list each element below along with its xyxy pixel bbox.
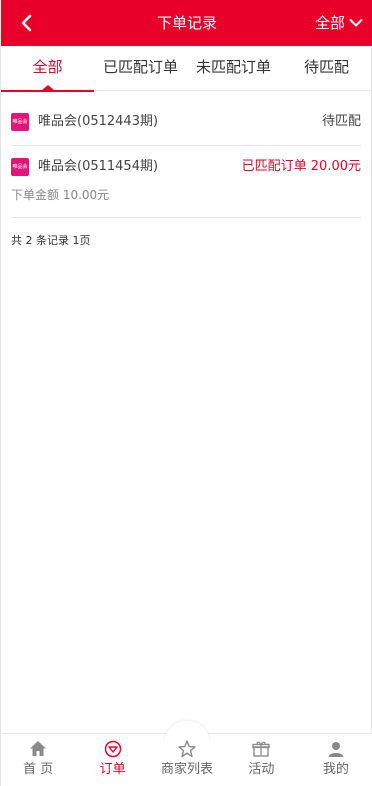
tab-label: 待匹配 bbox=[303, 58, 349, 76]
user-icon bbox=[328, 742, 344, 757]
nav-me[interactable]: 我的 bbox=[299, 734, 372, 786]
nav-merchants[interactable]: 商家列表 bbox=[150, 734, 224, 786]
order-row[interactable]: 唯品会 唯品会(0512443期) 待匹配 bbox=[11, 101, 361, 146]
tab-label: 未匹配订单 bbox=[195, 58, 271, 76]
order-icon bbox=[104, 740, 121, 758]
nav-activity[interactable]: 活动 bbox=[224, 734, 298, 786]
vip-logo-icon: 唯品会 bbox=[11, 113, 29, 131]
gift-icon bbox=[252, 741, 271, 757]
tab-label: 全部 bbox=[32, 58, 63, 76]
nav-label: 首 页 bbox=[23, 762, 54, 777]
tab-pending[interactable]: 待匹配 bbox=[280, 46, 372, 90]
tab-unmatched[interactable]: 未匹配订单 bbox=[187, 46, 280, 90]
home-icon bbox=[30, 741, 47, 756]
chevron-down-icon bbox=[349, 19, 363, 27]
order-status: 已匹配订单 20.00元 bbox=[241, 159, 361, 174]
order-name: 唯品会(0511454期) bbox=[38, 159, 159, 174]
nav-label: 订单 bbox=[99, 762, 126, 777]
filter-dropdown[interactable]: 全部 bbox=[315, 0, 363, 46]
vip-logo-icon: 唯品会 bbox=[11, 158, 29, 176]
header-bar: 下单记录 全部 bbox=[1, 0, 372, 46]
filter-label: 全部 bbox=[314, 14, 345, 32]
order-amount: 下单金额 10.00元 bbox=[11, 188, 110, 202]
logo-text: 唯品会 bbox=[12, 164, 28, 170]
star-icon bbox=[178, 740, 196, 758]
logo-text: 唯品会 bbox=[12, 119, 28, 125]
nav-label: 活动 bbox=[248, 762, 275, 777]
record-summary: 共 2 条记录 1页 bbox=[11, 234, 91, 247]
tab-label: 已匹配订单 bbox=[102, 58, 178, 76]
order-status: 待匹配 bbox=[321, 114, 361, 129]
nav-label: 我的 bbox=[322, 762, 349, 777]
nav-orders[interactable]: 订单 bbox=[75, 734, 149, 786]
order-row[interactable]: 唯品会 唯品会(0511454期) 已匹配订单 20.00元 下单金额 10.0… bbox=[11, 146, 361, 218]
active-tab-indicator bbox=[41, 85, 54, 90]
tab-matched[interactable]: 已匹配订单 bbox=[94, 46, 187, 90]
order-name: 唯品会(0512443期) bbox=[38, 114, 159, 129]
nav-home[interactable]: 首 页 bbox=[1, 734, 75, 786]
order-tabs: 全部 已匹配订单 未匹配订单 待匹配 bbox=[1, 46, 372, 92]
bottom-tab-bar: 首 页 订单 商家列表 活动 我的 bbox=[1, 721, 372, 786]
tab-all[interactable]: 全部 bbox=[1, 46, 94, 92]
order-list: 唯品会 唯品会(0512443期) 待匹配 唯品会 唯品会(0511454期) … bbox=[11, 101, 361, 218]
nav-label: 商家列表 bbox=[161, 762, 214, 777]
